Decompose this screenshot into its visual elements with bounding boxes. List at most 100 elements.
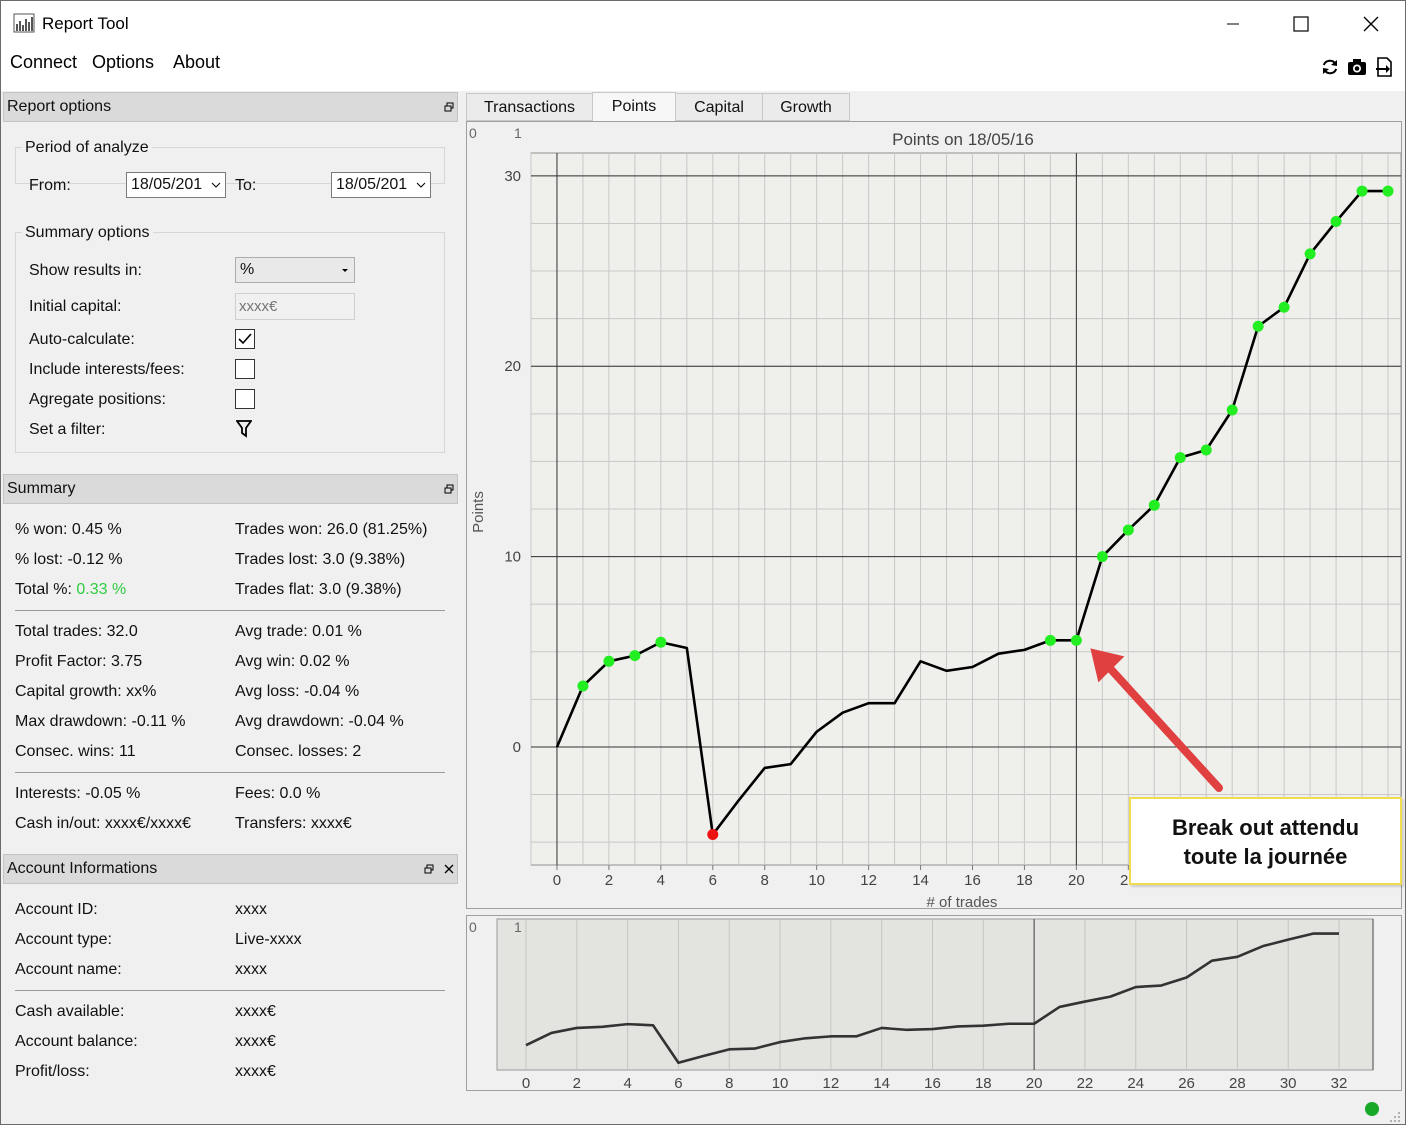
close-icon — [1363, 16, 1379, 32]
consec-wins: Consec. wins: 11 — [15, 743, 136, 760]
tab-growth[interactable]: Growth — [762, 93, 850, 121]
tab-points[interactable]: Points — [592, 92, 676, 122]
winning-trade-point — [603, 655, 615, 667]
trades-flat: Trades flat: 3.0 (9.38%) — [235, 581, 402, 598]
maximize-button[interactable] — [1278, 9, 1324, 39]
account-balance-label: Account balance: — [15, 1033, 138, 1050]
account-info-title: Account Informations — [7, 860, 158, 877]
fees: Fees: 0.0 % — [235, 785, 321, 802]
minimize-icon — [1227, 23, 1239, 25]
account-divider — [15, 990, 445, 991]
window-title: Report Tool — [42, 14, 129, 33]
x-tick-label: 6 — [709, 872, 717, 889]
navigator-x-tick-label: 6 — [674, 1075, 682, 1090]
winning-trade-point — [1382, 185, 1394, 197]
float-icon[interactable] — [444, 102, 454, 112]
losing-trade-point — [707, 829, 719, 841]
points-chart[interactable]: 0102030024681012141618202201Points on 18… — [467, 122, 1402, 911]
float-icon[interactable] — [444, 484, 454, 494]
tab-capital[interactable]: Capital — [675, 93, 763, 121]
x-tick-label: 4 — [657, 872, 665, 889]
navigator-plot-area — [496, 918, 1374, 1071]
period-group-title: Period of analyze — [22, 139, 152, 157]
account-name-label: Account name: — [15, 961, 122, 978]
winning-trade-point — [629, 650, 641, 662]
winning-trade-point — [1356, 185, 1368, 197]
camera-icon[interactable] — [1347, 57, 1367, 77]
annotation-line-1: Break out attendu — [1171, 815, 1360, 840]
auto-calculate-label: Auto-calculate: — [29, 331, 135, 348]
report-options-title: Report options — [7, 98, 112, 115]
corner-label: 1 — [514, 125, 522, 141]
resize-grip-icon[interactable] — [1389, 1111, 1401, 1123]
max-drawdown: Max drawdown: -0.11 % — [15, 713, 186, 730]
x-tick-label: 20 — [1068, 872, 1085, 889]
annotation-line-2: toute la journée — [1183, 844, 1348, 869]
corner-label: 0 — [469, 125, 477, 141]
from-date-field[interactable]: 18/05/201 — [126, 172, 226, 198]
menu-options[interactable]: Options — [92, 52, 154, 73]
chevron-down-icon — [211, 182, 221, 188]
chart-app-icon — [13, 13, 35, 33]
refresh-icon[interactable] — [1320, 57, 1340, 77]
chart-title: Points on 18/05/16 — [892, 130, 1034, 149]
filter-icon[interactable] — [236, 420, 252, 438]
y-tick-label: 20 — [504, 358, 521, 375]
close-icon[interactable] — [444, 864, 454, 874]
to-date-field[interactable]: 18/05/201 — [331, 172, 431, 198]
float-icon[interactable] — [424, 864, 434, 874]
cash-in-out: Cash in/out: xxxx€/xxxx€ — [15, 815, 192, 832]
cash-available-label: Cash available: — [15, 1003, 125, 1020]
menu-connect[interactable]: Connect — [10, 52, 77, 73]
y-axis-label: Points — [470, 491, 487, 533]
x-tick-label: 10 — [808, 872, 825, 889]
include-interests-checkbox[interactable] — [235, 359, 255, 379]
navigator-x-tick-label: 0 — [522, 1075, 530, 1090]
summary-header: Summary — [3, 474, 458, 504]
corner-label: 1 — [514, 919, 522, 935]
auto-calculate-checkbox[interactable] — [235, 329, 255, 349]
navigator-x-tick-label: 12 — [823, 1075, 840, 1090]
navigator-x-tick-label: 24 — [1127, 1075, 1144, 1090]
account-name-value: xxxx — [235, 961, 267, 978]
total-trades: Total trades: 32.0 — [15, 623, 138, 640]
x-tick-label: 16 — [964, 872, 981, 889]
report-options-header: Report options — [3, 92, 458, 122]
x-tick-label: 0 — [553, 872, 561, 889]
avg-trade: Avg trade: 0.01 % — [235, 623, 362, 640]
navigator-chart[interactable]: 0 2 4 6 8 10 12 14 16 18 20 22 24 26 28 30 320 1 — [467, 916, 1401, 1092]
navigator-x-tick-label: 22 — [1077, 1075, 1094, 1090]
winning-trade-point — [1096, 551, 1108, 563]
menu-about[interactable]: About — [173, 52, 220, 73]
navigator-x-tick-label: 14 — [873, 1075, 890, 1090]
account-type-value: Live-xxxx — [235, 931, 302, 948]
trades-lost: Trades lost: 3.0 (9.38%) — [235, 551, 406, 568]
close-window-button[interactable] — [1348, 9, 1394, 39]
summary-title: Summary — [7, 480, 76, 497]
profit-factor: Profit Factor: 3.75 — [15, 653, 143, 670]
avg-drawdown: Avg drawdown: -0.04 % — [235, 713, 404, 730]
trades-won: Trades won: 26.0 (81.25%) — [235, 521, 428, 538]
from-date-value: 18/05/201 — [131, 176, 203, 193]
minimize-button[interactable] — [1210, 9, 1256, 39]
to-label: To: — [235, 177, 257, 194]
x-tick-label: 18 — [1016, 872, 1033, 889]
aggregate-positions-checkbox[interactable] — [235, 389, 255, 409]
tab-transactions[interactable]: Transactions — [466, 93, 593, 121]
navigator-x-tick-label: 30 — [1280, 1075, 1297, 1090]
export-icon[interactable] — [1374, 57, 1394, 77]
initial-capital-input[interactable] — [235, 293, 355, 320]
lost-percent: % lost: -0.12 % — [15, 551, 123, 568]
interests: Interests: -0.05 % — [15, 785, 141, 802]
winning-trade-point — [1200, 444, 1212, 456]
y-tick-label: 10 — [504, 549, 521, 566]
include-interests-label: Include interests/fees: — [29, 361, 185, 378]
navigator-x-tick-label: 32 — [1331, 1075, 1348, 1090]
summary-options-title: Summary options — [22, 224, 153, 242]
to-date-value: 18/05/201 — [336, 176, 408, 193]
maximize-icon — [1293, 16, 1309, 32]
show-results-select[interactable]: % — [235, 257, 355, 283]
navigator-x-tick-label: 26 — [1178, 1075, 1195, 1090]
show-results-label: Show results in: — [29, 262, 142, 279]
title-bar: Report Tool — [1, 1, 1405, 47]
